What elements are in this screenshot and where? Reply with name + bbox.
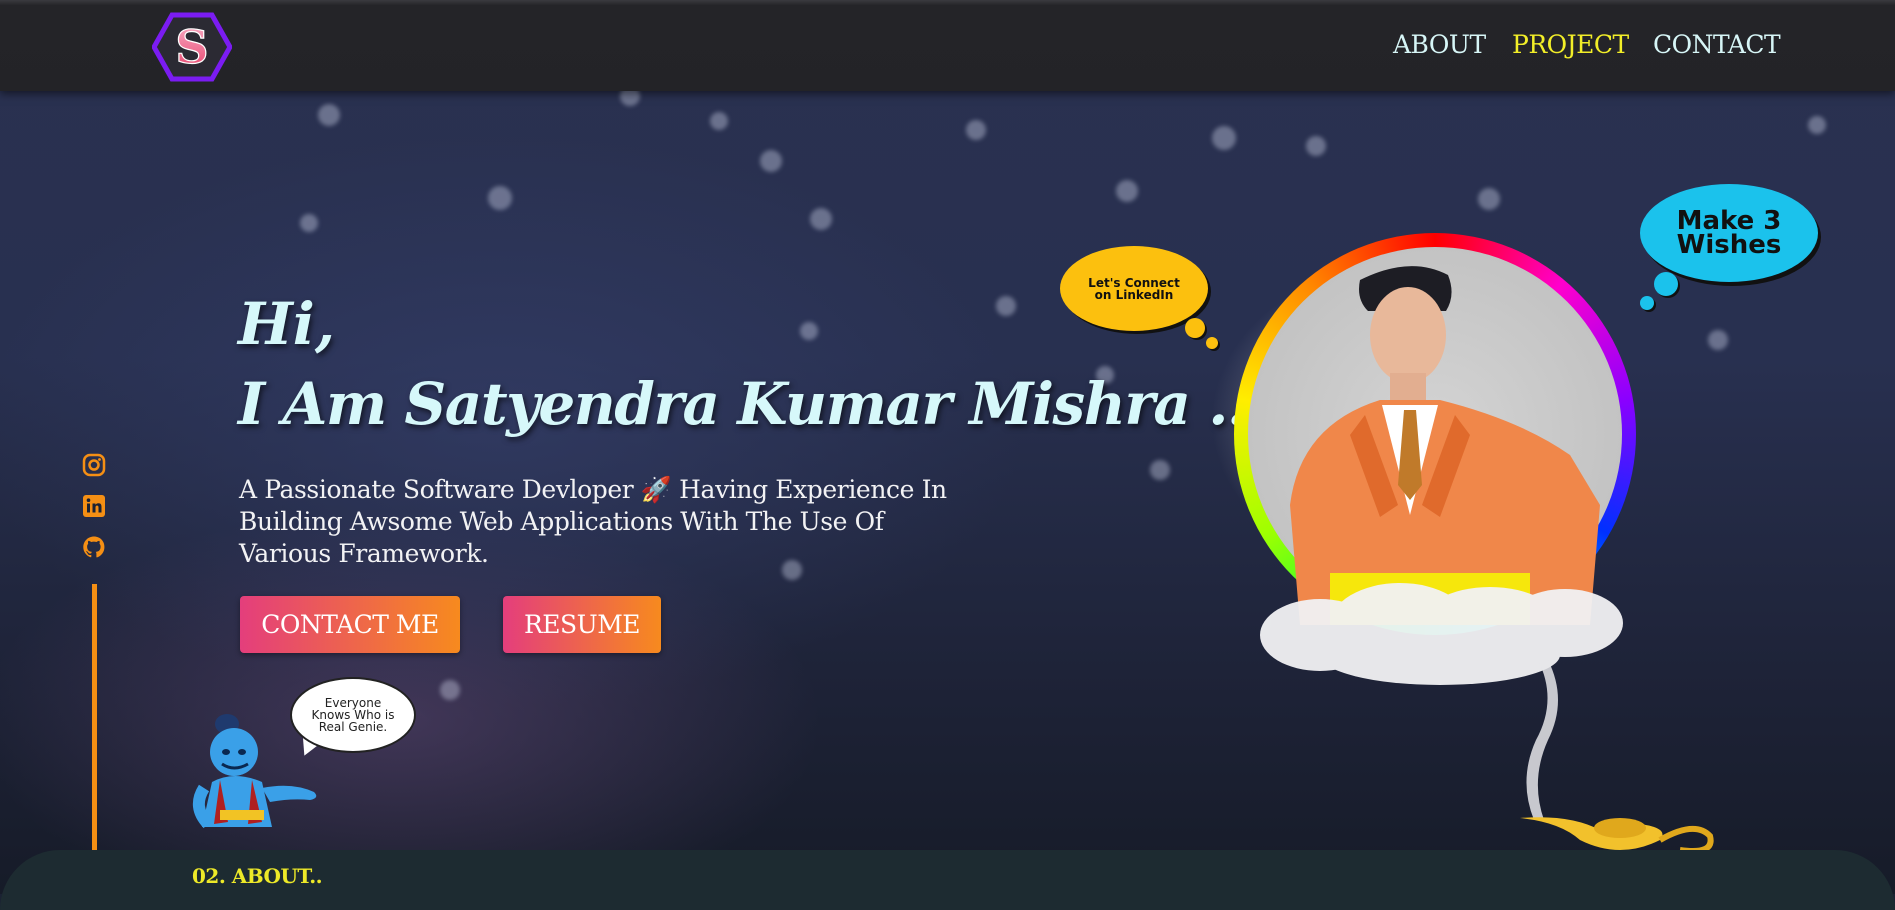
star — [810, 208, 832, 230]
genie-cloud — [1260, 583, 1623, 685]
thought-bubble — [1206, 337, 1218, 349]
genie-illustration — [192, 714, 317, 829]
nav-project[interactable]: PROJECT — [1512, 30, 1629, 59]
star — [760, 150, 782, 172]
thought-bubble — [1185, 318, 1205, 338]
wishes-thought-cloud: Make 3 Wishes — [1640, 184, 1818, 282]
thought-line: Wishes — [1676, 230, 1782, 260]
thought-bubble — [1640, 296, 1654, 310]
hero-name: I Am Satyendra Kumar Mishra .. — [238, 370, 1247, 438]
star — [318, 104, 340, 126]
star — [440, 680, 460, 700]
star — [1306, 136, 1326, 156]
star — [1708, 330, 1728, 350]
about-heading: 02. ABOUT.. — [192, 864, 323, 888]
thought-bubble — [1654, 272, 1678, 296]
hero-intro: A Passionate Software Devloper 🚀 Having … — [239, 474, 959, 570]
nav-about[interactable]: ABOUT — [1393, 30, 1486, 59]
resume-button[interactable]: RESUME — [503, 596, 661, 653]
intro-line: Various Framework. — [239, 539, 489, 568]
instagram-icon[interactable] — [82, 453, 106, 477]
intro-line: A Passionate Software Devloper 🚀 Having … — [239, 475, 947, 504]
site-logo[interactable]: S — [152, 12, 232, 82]
star — [710, 112, 728, 130]
star — [996, 296, 1016, 316]
nav-contact[interactable]: CONTACT — [1653, 30, 1781, 59]
top-navbar: S ABOUT PROJECT CONTACT — [0, 0, 1895, 91]
github-icon[interactable] — [82, 535, 106, 559]
star — [966, 120, 986, 140]
linkedin-icon[interactable] — [82, 494, 106, 518]
intro-line: Building Awsome Web Applications With Th… — [239, 507, 884, 536]
star — [1116, 180, 1138, 202]
profile-portrait — [1290, 266, 1600, 625]
star — [1212, 126, 1236, 150]
lamp-smoke — [1526, 660, 1558, 820]
star — [1478, 188, 1500, 210]
linkedin-thought-cloud[interactable]: Let's Connect on LinkedIn — [1060, 246, 1208, 331]
logo-letter: S — [175, 20, 208, 74]
star — [1808, 116, 1826, 134]
thought-line: on LinkedIn — [1094, 287, 1174, 302]
thought-line: Let's Connect — [1088, 275, 1180, 290]
star — [1150, 460, 1170, 480]
hero-greeting: Hi, — [238, 290, 336, 358]
contact-me-button[interactable]: CONTACT ME — [240, 596, 460, 653]
star — [800, 322, 818, 340]
star — [488, 186, 512, 210]
star — [300, 214, 318, 232]
